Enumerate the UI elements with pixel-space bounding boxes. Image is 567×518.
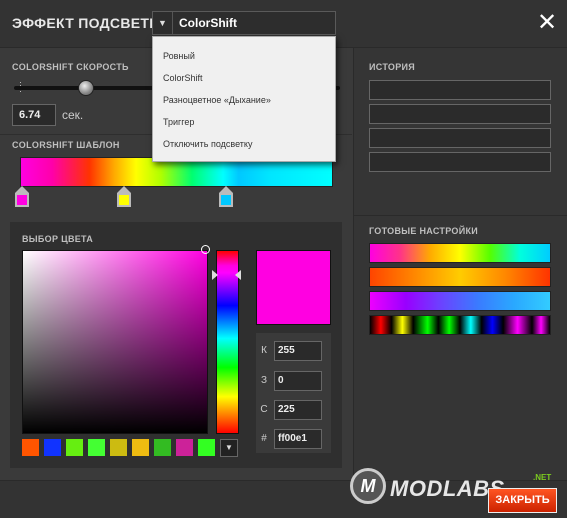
hex-label: # xyxy=(261,433,267,444)
stop-swatch xyxy=(15,193,29,207)
speed-slider-knob[interactable] xyxy=(77,80,94,96)
history-slot[interactable] xyxy=(369,152,551,172)
green-input[interactable]: 0 xyxy=(274,371,322,391)
swatch[interactable] xyxy=(22,439,39,456)
color-picker-label: ВЫБОР ЦВЕТА xyxy=(22,234,94,244)
hex-input[interactable]: ff00e1 xyxy=(274,429,322,449)
gradient-stop-3[interactable] xyxy=(219,186,233,208)
color-preview xyxy=(256,250,331,325)
swatch[interactable] xyxy=(110,439,127,456)
divider xyxy=(354,215,567,216)
preset-gradient[interactable] xyxy=(369,291,551,311)
swatch[interactable] xyxy=(154,439,171,456)
page-title: ЭФФЕКТ ПОДСВЕТКИ xyxy=(12,15,169,31)
swatch[interactable] xyxy=(44,439,61,456)
menu-item-breathing[interactable]: Разноцветное «Дыхание» xyxy=(163,95,271,105)
menu-item-colorshift[interactable]: ColorShift xyxy=(163,73,203,83)
swatch[interactable] xyxy=(198,439,215,456)
effect-dropdown-menu: Ровный ColorShift Разноцветное «Дыхание»… xyxy=(152,36,336,162)
speed-unit: сек. xyxy=(62,108,84,122)
effect-select[interactable]: ▼ ColorShift xyxy=(152,11,336,35)
close-icon[interactable]: ✕ xyxy=(536,11,558,35)
speed-label: COLORSHIFT СКОРОСТЬ xyxy=(12,62,129,72)
red-input[interactable]: 255 xyxy=(274,341,322,361)
swatch[interactable] xyxy=(132,439,149,456)
blue-label: С xyxy=(260,404,268,415)
close-button[interactable]: ЗАКРЫТЬ xyxy=(488,488,557,513)
history-label: ИСТОРИЯ xyxy=(369,62,416,72)
saturation-value-square[interactable] xyxy=(22,250,208,434)
chevron-down-icon[interactable]: ▼ xyxy=(220,439,238,457)
hue-marker-left-icon[interactable] xyxy=(212,270,218,280)
gradient-stop-1[interactable] xyxy=(15,186,29,208)
history-slot[interactable] xyxy=(369,104,551,124)
green-label: З xyxy=(260,375,268,386)
menu-item-solid[interactable]: Ровный xyxy=(163,51,195,61)
swatch[interactable] xyxy=(88,439,105,456)
preset-gradient[interactable] xyxy=(369,267,551,287)
stop-swatch xyxy=(219,193,233,207)
blue-input[interactable]: 225 xyxy=(274,400,322,420)
preset-gradient[interactable] xyxy=(369,315,551,335)
gradient-stop-2[interactable] xyxy=(117,186,131,208)
modlabs-logo-net: .NET xyxy=(533,473,552,482)
chevron-down-icon[interactable]: ▼ xyxy=(153,12,173,34)
menu-item-trigger[interactable]: Триггер xyxy=(163,117,194,127)
modlabs-logo-icon: M xyxy=(350,468,386,504)
effect-select-value: ColorShift xyxy=(179,16,237,30)
speed-input[interactable]: 6.74 xyxy=(12,104,56,126)
presets-label: ГОТОВЫЕ НАСТРОЙКИ xyxy=(369,226,479,236)
color-cursor[interactable] xyxy=(201,245,210,254)
history-slot[interactable] xyxy=(369,80,551,100)
stop-swatch xyxy=(117,193,131,207)
hue-marker-right-icon[interactable] xyxy=(235,270,241,280)
menu-item-disable[interactable]: Отключить подсветку xyxy=(163,139,252,149)
template-label: COLORSHIFT ШАБЛОН xyxy=(12,140,120,150)
swatch[interactable] xyxy=(66,439,83,456)
red-label: К xyxy=(261,345,267,356)
preset-gradient[interactable] xyxy=(369,243,551,263)
history-slot[interactable] xyxy=(369,128,551,148)
swatch[interactable] xyxy=(176,439,193,456)
